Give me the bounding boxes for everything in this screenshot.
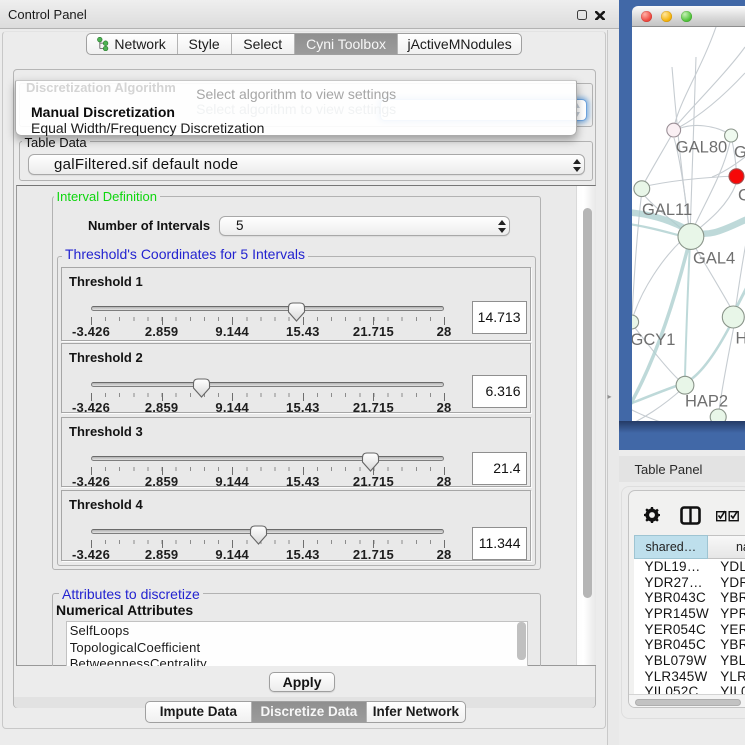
svg-text:C: C: [738, 187, 745, 205]
svg-text:G..: G..: [734, 144, 745, 162]
svg-text:HAP2: HAP2: [685, 393, 728, 411]
svg-text:GAL11: GAL11: [642, 201, 692, 219]
svg-text:GAL4: GAL4: [693, 250, 735, 268]
svg-text:GAL80: GAL80: [676, 139, 727, 157]
svg-text:GCY1: GCY1: [632, 331, 675, 349]
svg-text:H: H: [736, 330, 745, 348]
